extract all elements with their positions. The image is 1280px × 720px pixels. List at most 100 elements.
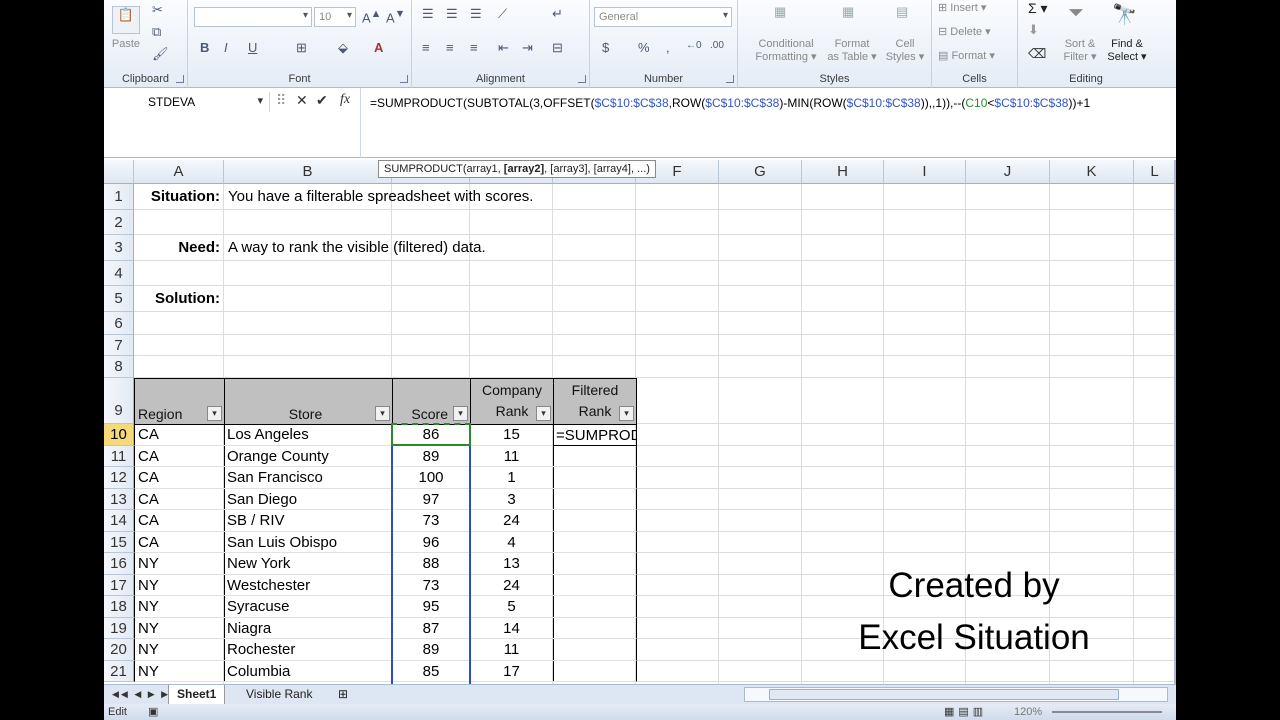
worksheet-grid[interactable]: ABCDEFGHIJKL1234567891011121314151617181… <box>104 160 1176 684</box>
table-cell[interactable] <box>553 532 637 553</box>
tab-visible-rank[interactable]: Visible Rank <box>238 685 320 704</box>
align-middle-icon[interactable]: ☰ <box>446 6 458 22</box>
row-header[interactable]: 18 <box>104 596 134 618</box>
bold-icon[interactable]: B <box>200 40 209 55</box>
table-cell[interactable]: Syracuse <box>224 596 393 618</box>
paste-icon[interactable]: 📋 <box>112 6 140 34</box>
insert-button[interactable]: ⊞ Insert ▾ <box>938 2 986 15</box>
table-cell[interactable] <box>553 639 637 661</box>
font-name-combo[interactable] <box>194 7 312 27</box>
filter-dropdown-icon[interactable]: ▾ <box>453 406 468 421</box>
find-select-icon[interactable]: 🔭 <box>1112 2 1137 27</box>
row-header[interactable]: 11 <box>104 446 134 467</box>
conditional-formatting-button[interactable]: Conditional Formatting ▾ <box>746 38 826 64</box>
table-header-3[interactable]: Company Rank ▾ <box>470 378 554 425</box>
increase-indent-icon[interactable]: ⇥ <box>522 40 533 56</box>
cancel-icon[interactable]: ✕ <box>296 92 308 109</box>
row-header[interactable]: 1 <box>104 184 134 210</box>
column-header[interactable]: I <box>884 160 966 184</box>
row-header[interactable]: 15 <box>104 532 134 553</box>
row-header[interactable]: 7 <box>104 335 134 356</box>
select-all-corner[interactable] <box>104 160 134 184</box>
table-cell[interactable] <box>553 575 637 596</box>
number-format-combo[interactable]: General <box>594 7 732 27</box>
horizontal-scrollbar[interactable] <box>744 687 1168 702</box>
table-header-4[interactable]: Filtered Rank ▾ <box>553 378 637 425</box>
font-size-combo[interactable]: 10 <box>314 7 356 27</box>
sort-filter-button[interactable]: Sort & Filter ▾ <box>1058 38 1102 64</box>
row-header[interactable]: 13 <box>104 489 134 510</box>
row-header[interactable]: 4 <box>104 261 134 286</box>
formula-input[interactable]: =SUMPRODUCT(SUBTOTAL(3,OFFSET($C$10:$C$3… <box>370 92 1160 114</box>
column-header[interactable]: G <box>719 160 802 184</box>
table-cell[interactable]: CA <box>134 489 225 510</box>
format-as-table-icon[interactable]: ▦ <box>842 4 854 20</box>
shrink-font-icon[interactable]: A▼ <box>386 8 405 25</box>
insert-function-icon[interactable]: fx <box>340 92 350 108</box>
zoom-slider[interactable] <box>1052 711 1162 713</box>
table-cell[interactable]: 11 <box>470 639 554 661</box>
table-cell[interactable]: 11 <box>470 446 554 467</box>
table-cell[interactable] <box>553 446 637 467</box>
percent-icon[interactable]: % <box>638 40 650 55</box>
format-button[interactable]: ▤ Format ▾ <box>938 50 995 63</box>
table-cell[interactable]: 17 <box>470 661 554 682</box>
row-header[interactable]: 2 <box>104 210 134 235</box>
filter-dropdown-icon[interactable]: ▾ <box>619 406 634 421</box>
clipboard-launcher-icon[interactable] <box>176 75 184 83</box>
table-cell[interactable]: CA <box>134 467 225 489</box>
enter-icon[interactable]: ✔ <box>316 92 328 109</box>
format-painter-icon[interactable]: 🖌 <box>152 46 169 62</box>
table-cell[interactable]: Rochester <box>224 639 393 661</box>
font-launcher-icon[interactable] <box>400 75 408 83</box>
autosum-icon[interactable]: Σ ▾ <box>1028 0 1048 17</box>
row-header[interactable]: 12 <box>104 467 134 489</box>
table-cell[interactable]: 1 <box>470 467 554 489</box>
row-header[interactable]: 5 <box>104 286 134 312</box>
filter-dropdown-icon[interactable]: ▾ <box>207 406 222 421</box>
underline-icon[interactable]: U <box>248 40 257 55</box>
find-select-button[interactable]: Find & Select ▾ <box>1104 38 1150 64</box>
table-cell[interactable]: 3 <box>470 489 554 510</box>
table-cell[interactable]: CA <box>134 532 225 553</box>
table-cell[interactable]: NY <box>134 639 225 661</box>
grow-font-icon[interactable]: A▲ <box>362 8 381 25</box>
name-box[interactable]: STDEVA <box>104 92 270 112</box>
orientation-icon[interactable]: ⟋ <box>498 6 507 22</box>
copy-icon[interactable]: ⧉ <box>152 24 161 40</box>
column-header[interactable]: K <box>1050 160 1134 184</box>
table-cell[interactable]: 5 <box>470 596 554 618</box>
font-color-icon[interactable]: A <box>374 40 383 55</box>
table-cell[interactable] <box>553 596 637 618</box>
active-edit-cell[interactable]: =SUMPRODUCT( <box>553 424 637 446</box>
delete-button[interactable]: ⊟ Delete ▾ <box>938 26 991 39</box>
row-header[interactable]: 17 <box>104 575 134 596</box>
zoom-level[interactable]: 120% <box>1014 704 1042 720</box>
align-top-icon[interactable]: ☰ <box>422 6 434 22</box>
alignment-launcher-icon[interactable] <box>578 75 586 83</box>
scrollbar-thumb[interactable] <box>769 689 1119 700</box>
clear-icon[interactable]: ⌫ <box>1028 46 1046 62</box>
view-buttons-icon[interactable]: ▦▤▥ <box>944 704 987 720</box>
italic-icon[interactable]: I <box>224 40 228 55</box>
cell-styles-button[interactable]: Cell Styles ▾ <box>880 38 930 64</box>
table-cell[interactable]: NY <box>134 553 225 575</box>
insert-sheet-icon[interactable]: ⊞ <box>330 685 356 704</box>
row-header[interactable]: 8 <box>104 356 134 378</box>
table-cell[interactable]: NY <box>134 661 225 682</box>
row-header[interactable]: 3 <box>104 235 134 261</box>
table-cell[interactable]: 13 <box>470 553 554 575</box>
table-cell[interactable] <box>553 467 637 489</box>
table-cell[interactable]: 14 <box>470 618 554 639</box>
table-cell[interactable] <box>553 661 637 682</box>
currency-icon[interactable]: $ <box>602 40 609 55</box>
column-header[interactable]: J <box>966 160 1050 184</box>
conditional-formatting-icon[interactable]: ▦ <box>774 4 786 20</box>
row-header[interactable]: 14 <box>104 510 134 532</box>
column-header[interactable]: H <box>802 160 884 184</box>
table-cell[interactable]: San Diego <box>224 489 393 510</box>
table-header-1[interactable]: Store ▾ <box>224 378 393 425</box>
column-header[interactable]: L <box>1134 160 1176 184</box>
paste-button[interactable]: Paste <box>106 38 146 51</box>
comma-style-icon[interactable]: , <box>666 40 670 55</box>
